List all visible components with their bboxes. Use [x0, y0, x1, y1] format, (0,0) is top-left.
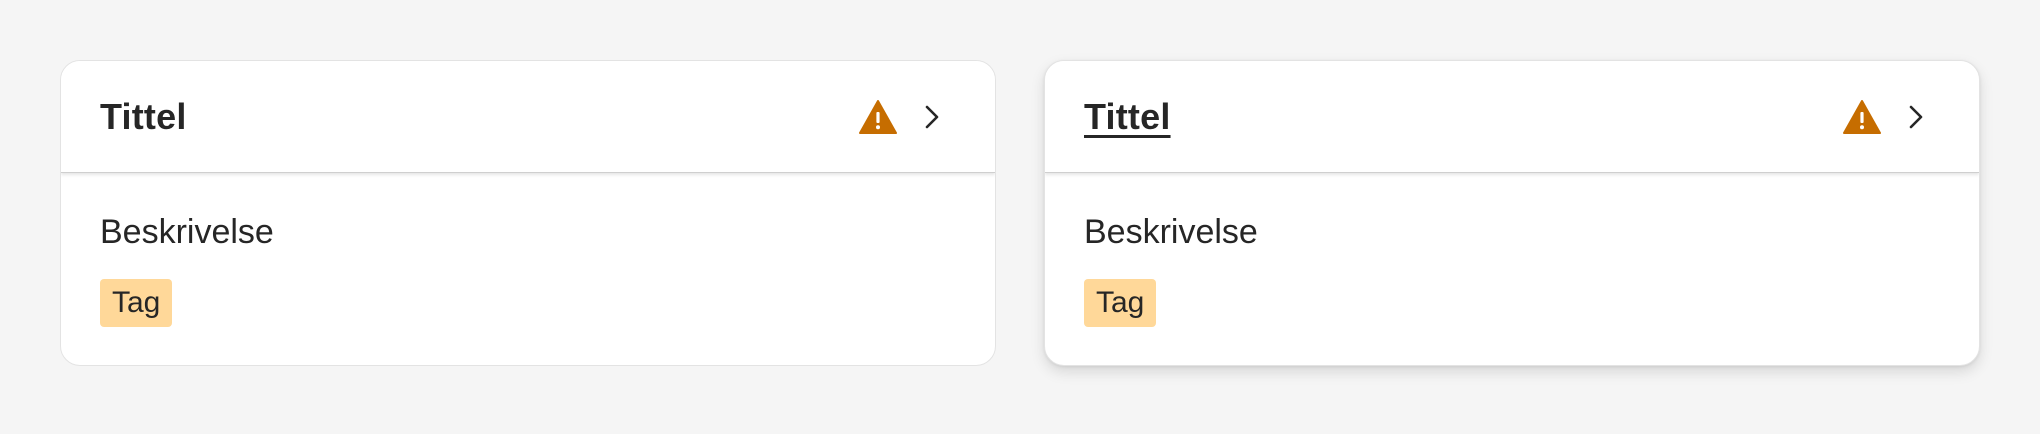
card-header[interactable]: Tittel [61, 61, 995, 173]
card-title[interactable]: Tittel [100, 95, 187, 139]
tag: Tag [100, 279, 173, 327]
card-header[interactable]: Tittel [1045, 61, 1979, 173]
tag: Tag [1084, 279, 1157, 327]
chevron-right-icon[interactable] [921, 104, 943, 130]
card-description: Beskrivelse [100, 213, 274, 251]
card-title[interactable]: Tittel [1084, 95, 1171, 139]
card-description: Beskrivelse [1084, 213, 1258, 251]
warning-icon [1843, 100, 1881, 134]
card-default[interactable]: Tittel Beskrivelse Tag [60, 60, 996, 366]
chevron-right-icon[interactable] [1905, 104, 1927, 130]
card-hover[interactable]: Tittel Beskrivelse Tag [1044, 60, 1980, 366]
warning-icon [859, 100, 897, 134]
